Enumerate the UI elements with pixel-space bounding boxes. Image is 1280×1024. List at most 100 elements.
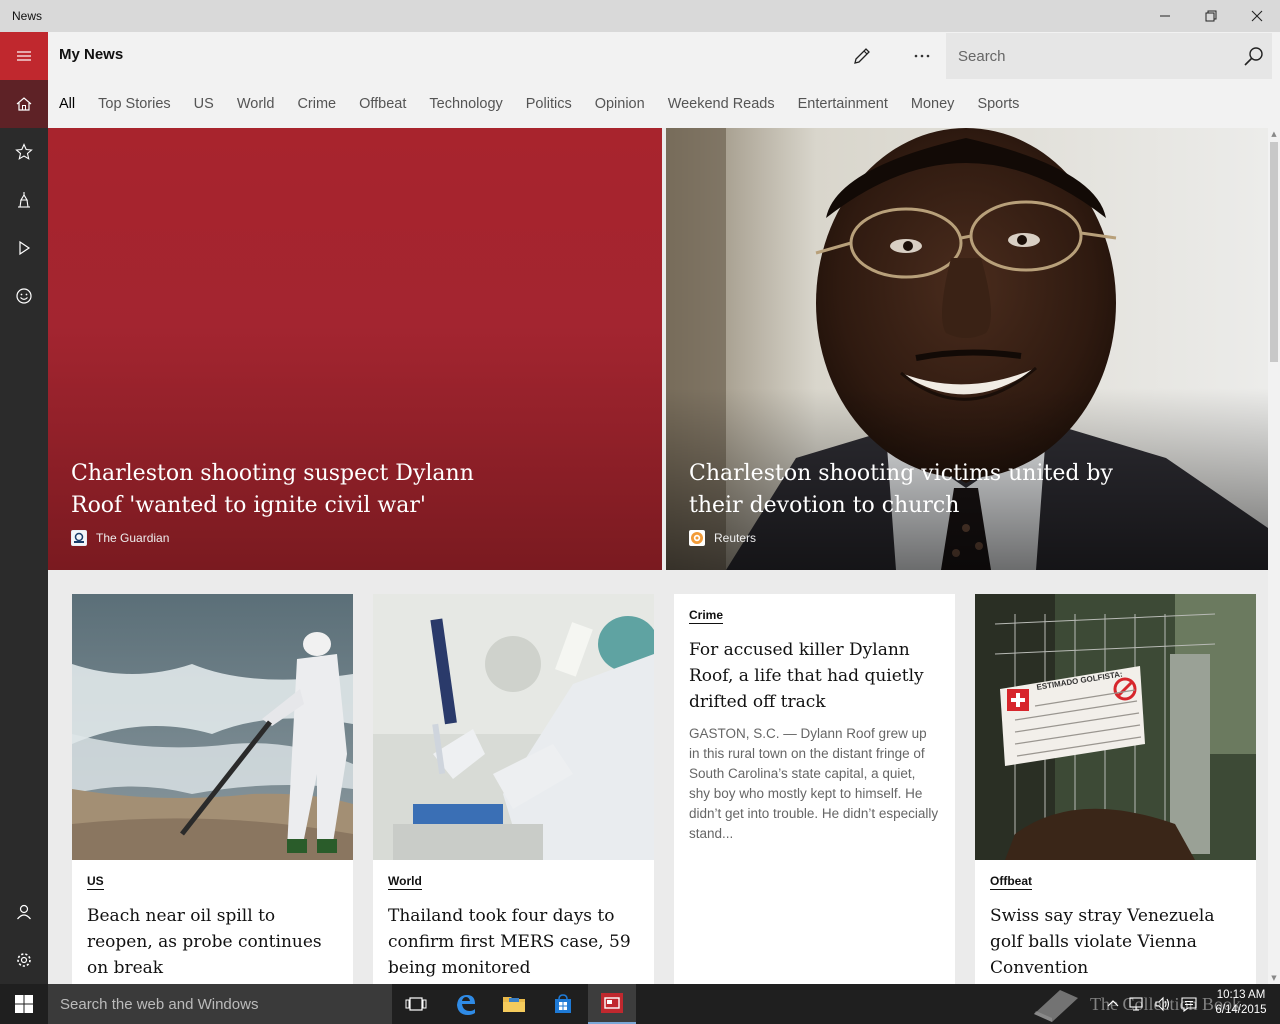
taskbar-search-input[interactable]: [48, 984, 392, 1024]
taskbar: The Collection Book 10:13 AM 6/14/2015: [0, 984, 1280, 1024]
hero-source-name: The Guardian: [96, 531, 170, 545]
story-card-offbeat[interactable]: ESTIMADO GOLFISTA: Offbeat Swiss say str…: [975, 594, 1256, 984]
lab-photo: [373, 594, 654, 860]
minimize-button[interactable]: [1142, 0, 1188, 32]
taskbar-search: [48, 984, 392, 1024]
pencil-icon: [854, 48, 870, 64]
start-button[interactable]: [0, 984, 48, 1024]
fence-sign-photo: ESTIMADO GOLFISTA:: [975, 594, 1256, 860]
guardian-logo-icon: [71, 530, 87, 546]
tab-crime[interactable]: Crime: [297, 96, 336, 112]
story-headline: Thailand took four days to confirm first…: [388, 906, 631, 978]
tab-technology[interactable]: Technology: [429, 96, 502, 112]
reuters-logo-icon: [689, 530, 705, 546]
clock-date: 6/14/2015: [1215, 1004, 1267, 1016]
hamburger-button[interactable]: [0, 32, 48, 80]
tab-us[interactable]: US: [194, 96, 214, 112]
rail-item-videos[interactable]: [0, 224, 48, 272]
hamburger-icon: [17, 51, 31, 61]
restore-button[interactable]: [1188, 0, 1234, 32]
rail-item-feedback[interactable]: [0, 272, 48, 320]
folder-icon: [503, 997, 525, 1012]
clock[interactable]: 10:13 AM 6/14/2015: [1206, 988, 1276, 1018]
hero-headline: Charleston shooting suspect Dylann Roof …: [71, 461, 474, 518]
title-bar: News: [0, 0, 1280, 32]
story-category: US: [87, 874, 104, 890]
windows-logo-icon: [15, 995, 33, 1013]
story-headline: Swiss say stray Venezuela golf balls vio…: [990, 906, 1215, 978]
scroll-down-arrow-icon[interactable]: ▼: [1268, 972, 1280, 984]
tab-opinion[interactable]: Opinion: [595, 96, 645, 112]
hero-story-2[interactable]: Charleston shooting victims united by th…: [666, 128, 1268, 570]
edit-button[interactable]: [844, 40, 880, 72]
window-title: News: [12, 9, 43, 23]
smiley-icon: [16, 288, 32, 304]
story-image: [72, 594, 353, 860]
system-tray: [1106, 984, 1198, 1024]
tab-world[interactable]: World: [237, 96, 275, 112]
story-card-us[interactable]: US Beach near oil spill to reopen, as pr…: [72, 594, 353, 984]
story-card-world[interactable]: World Thailand took four days to confirm…: [373, 594, 654, 984]
rail-item-local[interactable]: [0, 176, 48, 224]
clock-time: 10:13 AM: [1216, 989, 1266, 1001]
home-icon: [16, 97, 32, 111]
taskbar-file-explorer[interactable]: [490, 984, 538, 1024]
play-icon: [19, 240, 31, 256]
action-center-icon[interactable]: [1180, 996, 1198, 1012]
rail-item-account[interactable]: [0, 888, 48, 936]
tab-entertainment[interactable]: Entertainment: [798, 96, 888, 112]
more-options-button[interactable]: [904, 40, 940, 72]
gear-icon: [17, 953, 31, 967]
hero-source-name: Reuters: [714, 531, 757, 545]
scrollbar-thumb[interactable]: [1270, 142, 1278, 362]
page-title: My News: [59, 46, 124, 63]
rail-item-settings[interactable]: [0, 936, 48, 984]
story-summary: GASTON, S.C. — Dylann Roof grew up in th…: [689, 726, 939, 841]
story-image: [373, 594, 654, 860]
hero-headline: Charleston shooting victims united by th…: [689, 461, 1113, 518]
hero-story-1[interactable]: Charleston shooting suspect Dylann Roof …: [48, 128, 662, 570]
taskbar-news[interactable]: [588, 984, 636, 1024]
scroll-up-arrow-icon[interactable]: ▲: [1268, 128, 1280, 140]
book-icon: [1034, 990, 1078, 1022]
network-icon[interactable]: [1128, 996, 1146, 1012]
close-button[interactable]: [1234, 0, 1280, 32]
tab-weekend-reads[interactable]: Weekend Reads: [668, 96, 775, 112]
rail-item-interests[interactable]: [0, 128, 48, 176]
story-card-crime[interactable]: Crime For accused killer Dylann Roof, a …: [674, 594, 955, 984]
search-icon[interactable]: [1242, 45, 1266, 69]
tab-money[interactable]: Money: [911, 96, 955, 112]
hero-source: Reuters: [689, 530, 756, 546]
news-app-icon: [601, 993, 623, 1013]
store-icon: [555, 994, 571, 1013]
app-header: My News: [48, 32, 1280, 80]
vertical-scrollbar[interactable]: ▲ ▼: [1268, 128, 1280, 984]
user-icon: [17, 904, 31, 920]
volume-icon[interactable]: [1154, 996, 1172, 1012]
minimize-icon: [1160, 15, 1170, 17]
story-headline: Beach near oil spill to reopen, as probe…: [87, 906, 322, 978]
search-input[interactable]: [946, 33, 1236, 79]
beach-photo: [72, 594, 353, 860]
tab-all[interactable]: All: [59, 96, 75, 112]
tab-top-stories[interactable]: Top Stories: [98, 96, 171, 112]
story-image: ESTIMADO GOLFISTA:: [975, 594, 1256, 860]
story-category: Crime: [689, 608, 724, 624]
tab-politics[interactable]: Politics: [526, 96, 572, 112]
task-view-icon: [405, 997, 427, 1011]
close-icon: [1251, 10, 1263, 22]
restore-icon: [1205, 10, 1217, 22]
task-view-button[interactable]: [392, 984, 440, 1024]
taskbar-store[interactable]: [539, 984, 587, 1024]
chevron-up-icon[interactable]: [1106, 997, 1120, 1011]
taskbar-edge[interactable]: [442, 984, 490, 1024]
rail-item-home[interactable]: [0, 80, 48, 128]
hero-source: The Guardian: [71, 530, 169, 546]
tab-sports[interactable]: Sports: [977, 96, 1019, 112]
tab-offbeat[interactable]: Offbeat: [359, 96, 406, 112]
star-icon: [15, 143, 33, 160]
nav-rail: [0, 32, 48, 984]
edge-icon: [457, 995, 475, 1015]
landmark-icon: [18, 192, 30, 208]
ellipsis-icon: [914, 54, 930, 58]
